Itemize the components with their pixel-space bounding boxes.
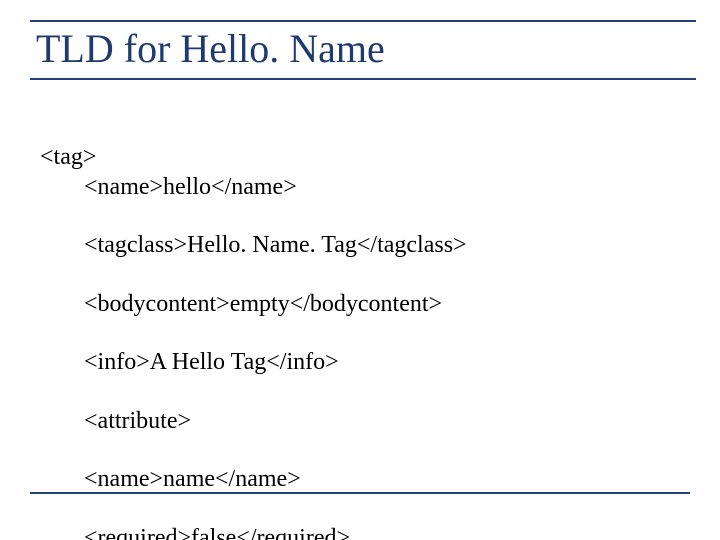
code-line: <bodycontent>empty</bodycontent> [40, 290, 690, 319]
code-line: <tagclass>Hello. Name. Tag</tagclass> [40, 231, 690, 260]
code-line: <info>A Hello Tag</info> [40, 348, 690, 377]
code-line: <required>false</required> [40, 524, 690, 540]
slide: TLD for Hello. Name <tag> <name>hello</n… [0, 0, 720, 540]
code-block: <tag> <name>hello</name> <tagclass>Hello… [30, 114, 690, 540]
code-line: <name>hello</name> [40, 173, 690, 202]
code-line: <attribute> [40, 407, 690, 436]
title-container: TLD for Hello. Name [30, 20, 696, 80]
slide-title: TLD for Hello. Name [36, 28, 696, 70]
code-line: <tag> [40, 144, 96, 170]
bottom-rule [30, 492, 690, 494]
code-line: <name>name</name> [40, 465, 690, 494]
